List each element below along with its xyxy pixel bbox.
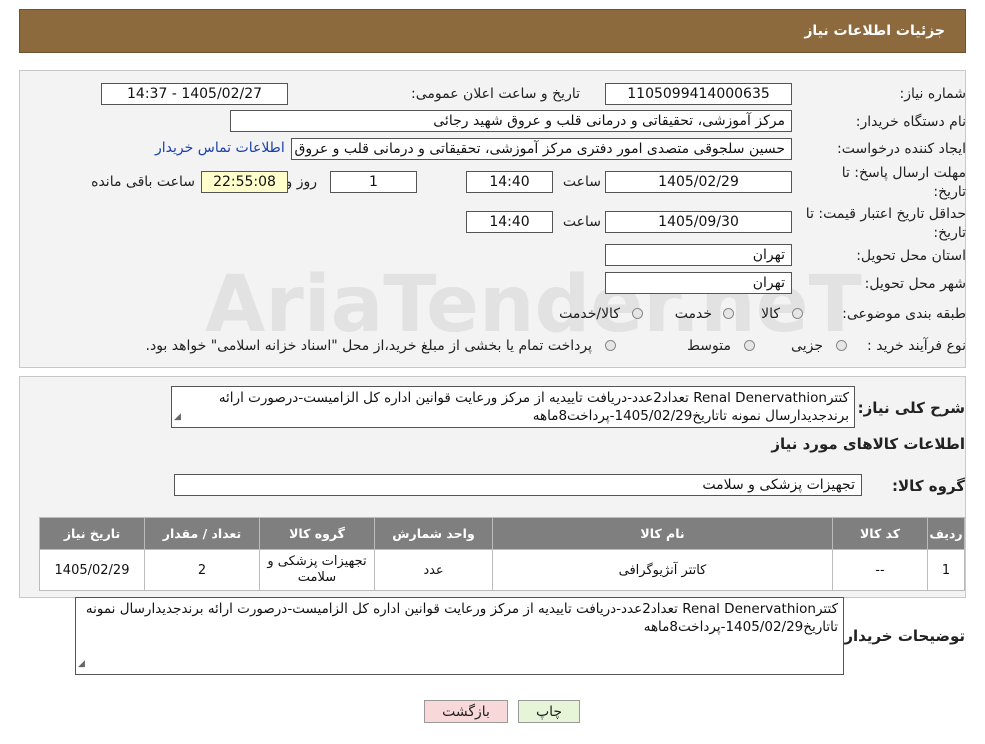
validity-label-line2: تاریخ: bbox=[933, 225, 966, 241]
process-radio-treasury[interactable] bbox=[605, 340, 616, 351]
process-radio-medium[interactable] bbox=[744, 340, 755, 351]
deadline-label-line1: مهلت ارسال پاسخ: تا bbox=[841, 165, 966, 181]
days-label: روز و bbox=[285, 174, 318, 190]
process-radio-minor[interactable] bbox=[836, 340, 847, 351]
cell-code: -- bbox=[832, 549, 928, 591]
buyer-notes-textarea: کتترRenal Denervathion تعداد2عدد-دریافت … bbox=[75, 597, 844, 675]
summary-label: شرح کلی نیاز: bbox=[857, 399, 965, 417]
table-row: 1 -- کاتتر آنژیوگرافی عدد تجهیزات پزشکی … bbox=[39, 549, 965, 591]
goods-table-header: ردیف کد کالا نام کالا واحد شمارش گروه کا… bbox=[39, 517, 965, 550]
col-date: تاریخ نیاز bbox=[39, 517, 145, 550]
col-group: گروه کالا bbox=[259, 517, 375, 550]
need-number-label: شماره نیاز: bbox=[899, 86, 967, 102]
city-label: شهر محل تحویل: bbox=[864, 276, 966, 292]
goods-group-label: گروه کالا: bbox=[892, 477, 965, 495]
resize-grip-icon[interactable]: ◢ bbox=[78, 655, 85, 673]
deadline-time-field: 14:40 bbox=[466, 171, 553, 193]
col-code: کد کالا bbox=[832, 517, 928, 550]
announce-label: تاریخ و ساعت اعلان عمومی: bbox=[411, 86, 580, 102]
category-label: طبقه بندی موضوعی: bbox=[842, 306, 966, 322]
validity-date-field: 1405/09/30 bbox=[605, 211, 792, 233]
deadline-label-line2: تاریخ: bbox=[933, 184, 966, 200]
process-option-minor: جزیی bbox=[791, 338, 823, 354]
print-button[interactable]: چاپ bbox=[518, 700, 580, 723]
goods-table: ردیف کد کالا نام کالا واحد شمارش گروه کا… bbox=[39, 517, 965, 591]
cell-unit: عدد bbox=[374, 549, 493, 591]
validity-time-field: 14:40 bbox=[466, 211, 553, 233]
cell-group: تجهیزات پزشکی و سلامت bbox=[259, 549, 375, 591]
category-option-goods-service: کالا/خدمت bbox=[559, 306, 620, 322]
validity-label-line1: حداقل تاریخ اعتبار قیمت: تا bbox=[805, 206, 966, 222]
goods-group-field: تجهیزات پزشکی و سلامت bbox=[174, 474, 862, 496]
deadline-date-field: 1405/02/29 bbox=[605, 171, 792, 193]
creator-field: حسین سلجوقی متصدی امور دفتری مرکز آموزشی… bbox=[291, 138, 792, 160]
announce-field: 1405/02/27 - 14:37 bbox=[101, 83, 288, 105]
back-button[interactable]: بازگشت bbox=[424, 700, 508, 723]
col-name: نام کالا bbox=[492, 517, 833, 550]
cell-name: کاتتر آنژیوگرافی bbox=[492, 549, 833, 591]
col-qty: تعداد / مقدار bbox=[144, 517, 260, 550]
process-note: پرداخت تمام یا بخشی از مبلغ خرید،از محل … bbox=[145, 338, 592, 354]
buyer-org-field: مرکز آموزشی، تحقیقاتی و درمانی قلب و عرو… bbox=[230, 110, 792, 132]
goods-section-title: اطلاعات کالاهای مورد نیاز bbox=[771, 435, 965, 453]
page-header: جزئیات اطلاعات نیاز bbox=[19, 9, 966, 53]
cell-date: 1405/02/29 bbox=[39, 549, 145, 591]
province-label: استان محل تحویل: bbox=[856, 248, 966, 264]
category-radio-service[interactable] bbox=[723, 308, 734, 319]
remaining-time-field: 22:55:08 bbox=[201, 171, 288, 193]
cell-qty: 2 bbox=[144, 549, 260, 591]
remaining-label: ساعت باقی مانده bbox=[91, 174, 195, 190]
page-title: جزئیات اطلاعات نیاز bbox=[804, 23, 945, 39]
category-option-goods: کالا bbox=[761, 306, 780, 322]
province-field: تهران bbox=[605, 244, 792, 266]
process-option-medium: متوسط bbox=[687, 338, 731, 354]
col-unit: واحد شمارش bbox=[374, 517, 493, 550]
summary-textarea: کتترRenal Denervathion تعداد2عدد-دریافت … bbox=[171, 386, 855, 428]
remaining-days-field: 1 bbox=[330, 171, 417, 193]
buyer-contact-link[interactable]: اطلاعات تماس خریدار bbox=[155, 140, 285, 156]
category-radio-goods-service[interactable] bbox=[632, 308, 643, 319]
creator-label: ایجاد کننده درخواست: bbox=[837, 141, 966, 157]
process-label: نوع فرآیند خرید : bbox=[867, 338, 966, 354]
category-radio-goods[interactable] bbox=[792, 308, 803, 319]
resize-grip-icon[interactable]: ◢ bbox=[174, 408, 181, 426]
need-number-field: 1105099414000635 bbox=[605, 83, 792, 105]
deadline-time-label: ساعت bbox=[562, 174, 601, 190]
buyer-notes-label: توضیحات خریدار: bbox=[838, 627, 965, 645]
category-option-service: خدمت bbox=[674, 306, 712, 322]
buyer-notes-text: کتترRenal Denervathion تعداد2عدد-دریافت … bbox=[85, 601, 838, 635]
col-row: ردیف bbox=[927, 517, 965, 550]
cell-row: 1 bbox=[927, 549, 965, 591]
summary-text: کتترRenal Denervathion تعداد2عدد-دریافت … bbox=[218, 390, 849, 424]
buyer-org-label: نام دستگاه خریدار: bbox=[855, 114, 966, 130]
city-field: تهران bbox=[605, 272, 792, 294]
validity-time-label: ساعت bbox=[562, 214, 601, 230]
